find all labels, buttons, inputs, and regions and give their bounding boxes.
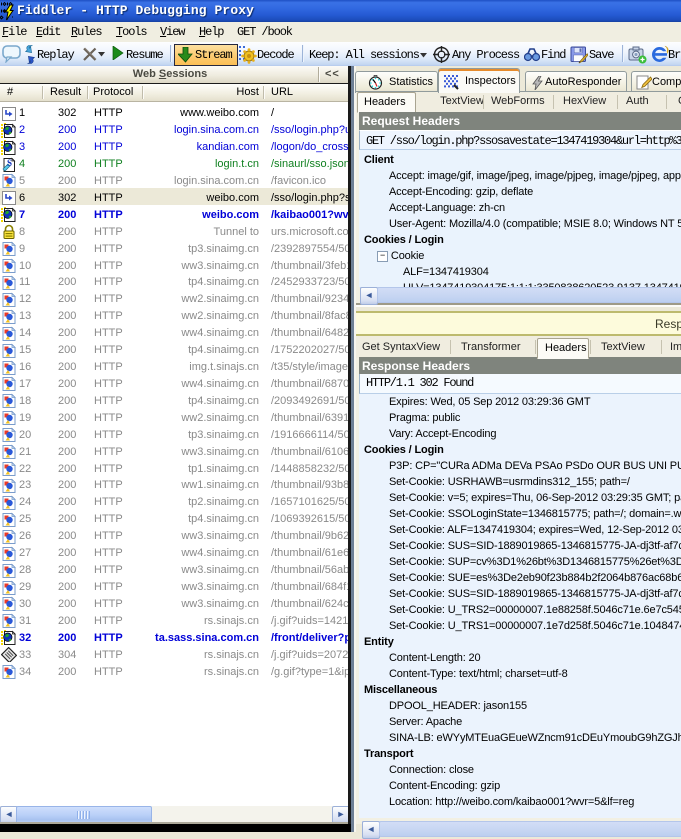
- svg-text:S: S: [7, 158, 12, 168]
